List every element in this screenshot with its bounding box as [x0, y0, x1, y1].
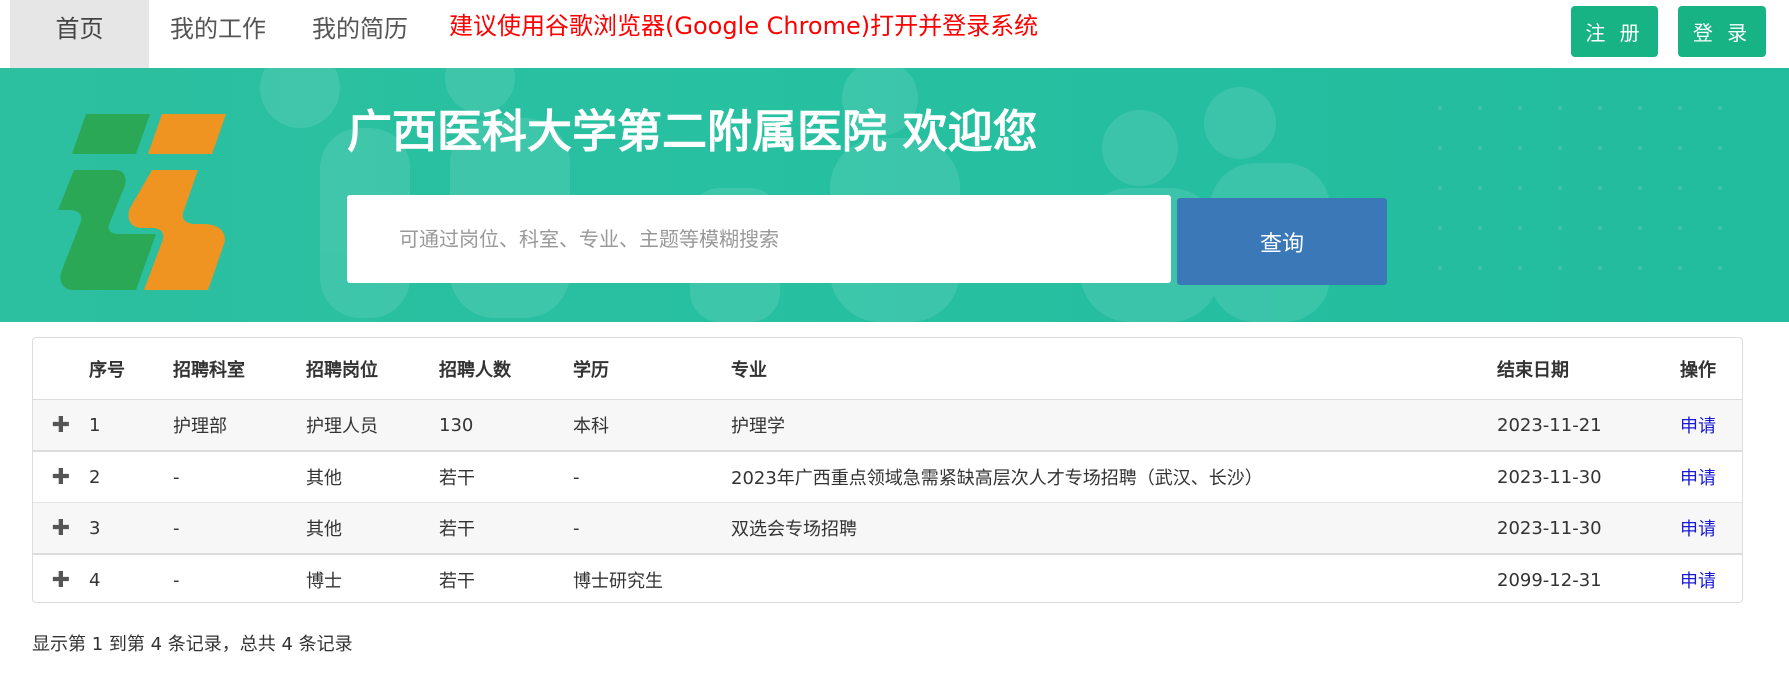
cell-major: 2023年广西重点领域急需紧缺高层次人才专场招聘（武汉、长沙）: [731, 450, 1497, 503]
header-expand: [33, 338, 89, 400]
header-position[interactable]: 招聘岗位: [306, 338, 439, 400]
cell-position: 护理人员: [306, 399, 439, 451]
cell-count: 若干: [439, 450, 573, 503]
cell-count: 若干: [439, 553, 573, 602]
cell-education: -: [573, 450, 731, 503]
job-table: 序号 招聘科室 招聘岗位 招聘人数 学历 专业 结束日期 操作 ✚ 1 护理部 …: [33, 338, 1742, 602]
table-row: ✚ 1 护理部 护理人员 130 本科 护理学 2023-11-21 申请: [33, 399, 1742, 451]
header-education[interactable]: 学历: [573, 338, 731, 400]
expand-plus-icon[interactable]: ✚: [52, 516, 70, 541]
cell-position: 其他: [306, 502, 439, 554]
cell-department: -: [173, 502, 306, 554]
apply-link[interactable]: 申请: [1680, 519, 1716, 540]
header-department[interactable]: 招聘科室: [173, 338, 306, 400]
cell-end-date: 2023-11-30: [1497, 450, 1680, 503]
nav-home-tab[interactable]: 首页: [10, 0, 149, 68]
table-row: ✚ 4 - 博士 若干 博士研究生 2099-12-31 申请: [33, 553, 1742, 602]
apply-link[interactable]: 申请: [1680, 468, 1716, 489]
cell-index: 1: [89, 399, 173, 451]
page-title: 广西医科大学第二附属医院 欢迎您: [347, 105, 1038, 158]
login-button[interactable]: 登 录: [1678, 6, 1766, 57]
cell-department: 护理部: [173, 399, 306, 451]
cell-index: 4: [89, 553, 173, 602]
hero-banner: 广西医科大学第二附属医院 欢迎您 查询: [0, 68, 1789, 322]
expand-plus-icon[interactable]: ✚: [52, 413, 70, 438]
table-row: ✚ 2 - 其他 若干 - 2023年广西重点领域急需紧缺高层次人才专场招聘（武…: [33, 450, 1742, 503]
cell-major: [731, 553, 1497, 602]
expand-plus-icon[interactable]: ✚: [52, 465, 70, 490]
cell-position: 博士: [306, 553, 439, 602]
cell-department: -: [173, 553, 306, 602]
cell-education: 本科: [573, 399, 731, 451]
cell-count: 130: [439, 399, 573, 451]
cell-index: 2: [89, 450, 173, 503]
expand-plus-icon[interactable]: ✚: [52, 568, 70, 593]
cell-end-date: 2099-12-31: [1497, 553, 1680, 602]
search-input[interactable]: [347, 195, 1171, 283]
cell-end-date: 2023-11-21: [1497, 399, 1680, 451]
cell-index: 3: [89, 502, 173, 554]
table-row: ✚ 3 - 其他 若干 - 双选会专场招聘 2023-11-30 申请: [33, 502, 1742, 554]
hospital-logo: [58, 114, 226, 290]
cell-position: 其他: [306, 450, 439, 503]
header-end-date[interactable]: 结束日期: [1497, 338, 1680, 400]
cell-major: 双选会专场招聘: [731, 502, 1497, 554]
cell-education: 博士研究生: [573, 553, 731, 602]
table-header-row: 序号 招聘科室 招聘岗位 招聘人数 学历 专业 结束日期 操作: [33, 338, 1742, 400]
header-count[interactable]: 招聘人数: [439, 338, 573, 400]
cell-major: 护理学: [731, 399, 1497, 451]
cell-education: -: [573, 502, 731, 554]
job-table-container: 序号 招聘科室 招聘岗位 招聘人数 学历 专业 结束日期 操作 ✚ 1 护理部 …: [32, 337, 1743, 603]
top-navbar: 首页 我的工作 我的简历 建议使用谷歌浏览器(Google Chrome)打开并…: [0, 0, 1789, 68]
cell-department: -: [173, 450, 306, 503]
apply-link[interactable]: 申请: [1680, 571, 1716, 592]
apply-link[interactable]: 申请: [1680, 416, 1716, 437]
search-button[interactable]: 查询: [1177, 198, 1387, 285]
header-action: 操作: [1680, 338, 1742, 400]
browser-notice: 建议使用谷歌浏览器(Google Chrome)打开并登录系统: [449, 12, 1039, 40]
register-button[interactable]: 注 册: [1571, 6, 1658, 57]
nav-my-resume-tab[interactable]: 我的简历: [292, 0, 428, 68]
cell-count: 若干: [439, 502, 573, 554]
pagination-info: 显示第 1 到第 4 条记录，总共 4 条记录: [32, 634, 353, 655]
cell-end-date: 2023-11-30: [1497, 502, 1680, 554]
nav-my-work-tab[interactable]: 我的工作: [150, 0, 286, 68]
header-index[interactable]: 序号: [89, 338, 173, 400]
header-major[interactable]: 专业: [731, 338, 1497, 400]
